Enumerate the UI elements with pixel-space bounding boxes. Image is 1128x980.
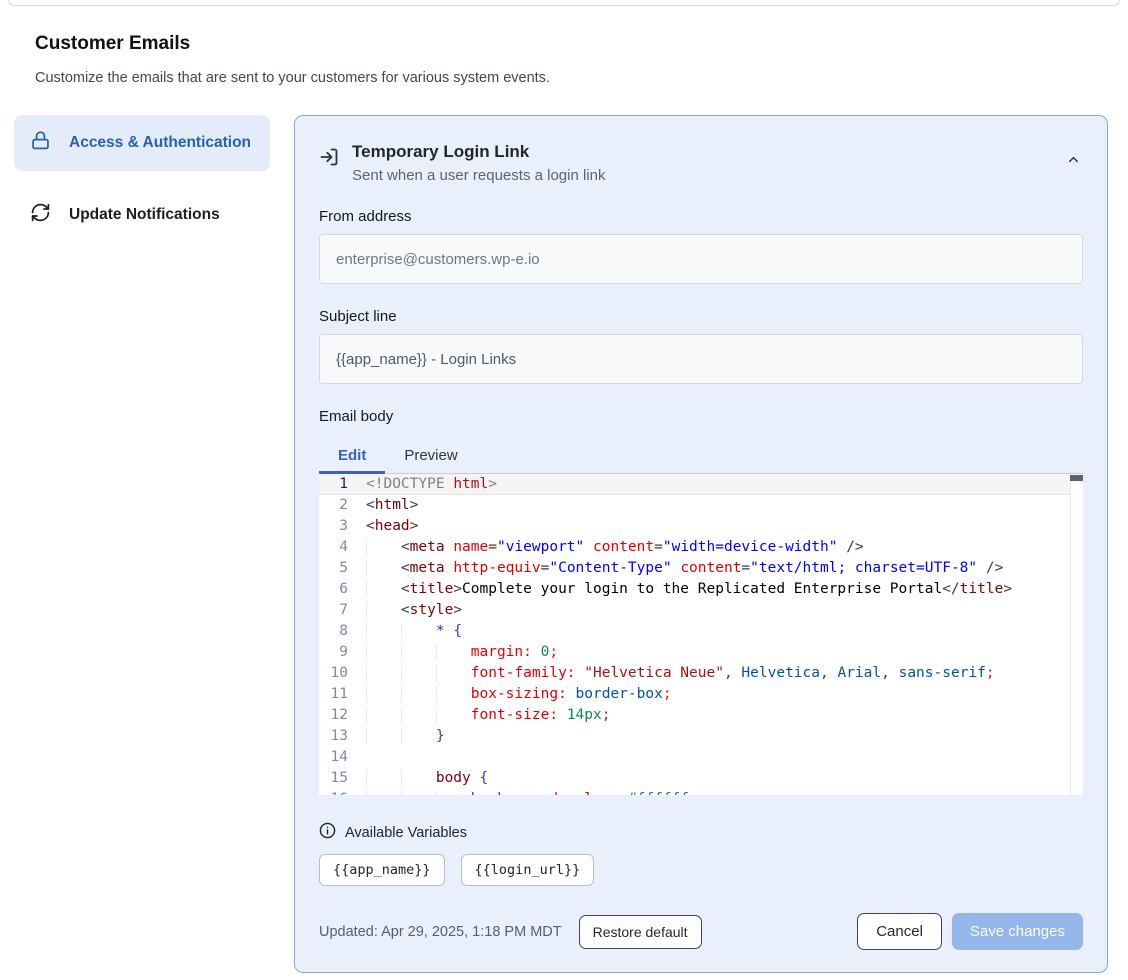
code-line: 15 body { xyxy=(319,768,1083,789)
line-number: 7 xyxy=(319,600,348,621)
email-template-card: Temporary Login Link Sent when a user re… xyxy=(294,115,1108,973)
code-line: 14 xyxy=(319,747,1083,768)
variable-chip-login-url[interactable]: {{login_url}} xyxy=(461,854,595,886)
variable-chips: {{app_name}} {{login_url}} xyxy=(319,854,1083,886)
editor-scrollbar-thumb[interactable] xyxy=(1070,475,1083,481)
email-body-label: Email body xyxy=(319,408,1083,425)
code-line: 16 background-color: #ffffff; xyxy=(319,789,1083,795)
code-line: 8 * { xyxy=(319,621,1083,642)
updated-timestamp: Updated: Apr 29, 2025, 1:18 PM MDT xyxy=(319,924,562,940)
card-footer: Updated: Apr 29, 2025, 1:18 PM MDT Resto… xyxy=(319,913,1083,950)
line-number: 9 xyxy=(319,642,348,663)
code-line: 3<head> xyxy=(319,516,1083,537)
variable-chip-app-name[interactable]: {{app_name}} xyxy=(319,854,445,886)
subject-line-label: Subject line xyxy=(319,308,1083,325)
line-number: 4 xyxy=(319,537,348,558)
sidebar-item-access-authentication[interactable]: Access & Authentication xyxy=(14,115,270,171)
line-number: 10 xyxy=(319,663,348,684)
save-changes-button[interactable]: Save changes xyxy=(952,913,1083,950)
code-line: 4 <meta name="viewport" content="width=d… xyxy=(319,537,1083,558)
line-number: 5 xyxy=(319,558,348,579)
available-variables-row: Available Variables xyxy=(319,822,1083,844)
chevron-up-icon xyxy=(1066,155,1081,170)
code-line: 13 } xyxy=(319,726,1083,747)
card-header-text: Temporary Login Link Sent when a user re… xyxy=(352,142,605,184)
line-number: 15 xyxy=(319,768,348,789)
sidebar-item-update-notifications[interactable]: Update Notifications xyxy=(14,194,270,236)
lock-icon xyxy=(30,130,51,156)
code-line: 9 margin: 0; xyxy=(319,642,1083,663)
line-number: 6 xyxy=(319,579,348,600)
cancel-button[interactable]: Cancel xyxy=(857,913,942,950)
line-number: 13 xyxy=(319,726,348,747)
refresh-icon xyxy=(30,202,51,228)
line-number: 12 xyxy=(319,705,348,726)
from-address-label: From address xyxy=(319,208,1083,225)
page-title: Customer Emails xyxy=(35,33,1128,55)
code-line: 2<html> xyxy=(319,495,1083,516)
card-header: Temporary Login Link Sent when a user re… xyxy=(319,142,1083,184)
code-line: 12 font-size: 14px; xyxy=(319,705,1083,726)
collapse-section-button[interactable] xyxy=(1064,150,1083,172)
line-number: 11 xyxy=(319,684,348,705)
code-line: 7 <style> xyxy=(319,600,1083,621)
previous-card-edge xyxy=(8,0,1120,6)
sidebar-item-label: Access & Authentication xyxy=(69,131,251,155)
editor-scrollbar-track[interactable] xyxy=(1070,474,1083,795)
line-number: 3 xyxy=(319,516,348,537)
restore-default-button[interactable]: Restore default xyxy=(579,915,702,949)
code-line: 6 <title>Complete your login to the Repl… xyxy=(319,579,1083,600)
from-address-input[interactable] xyxy=(319,234,1083,284)
card-title: Temporary Login Link xyxy=(352,142,605,162)
info-icon xyxy=(319,822,336,844)
available-variables-label: Available Variables xyxy=(345,825,467,841)
line-number: 14 xyxy=(319,747,348,768)
main-layout: Access & Authentication Update Notificat… xyxy=(14,115,1108,973)
code-line: 10 font-family: "Helvetica Neue", Helvet… xyxy=(319,663,1083,684)
code-line: 11 box-sizing: border-box; xyxy=(319,684,1083,705)
page-subtitle: Customize the emails that are sent to yo… xyxy=(35,70,1128,86)
line-number: 16 xyxy=(319,789,348,795)
email-body-editor[interactable]: 1<!DOCTYPE html>2<html>3<head>4 <meta na… xyxy=(319,474,1083,795)
code-line: 1<!DOCTYPE html> xyxy=(319,474,1083,495)
tab-edit[interactable]: Edit xyxy=(319,437,385,473)
code-line: 5 <meta http-equiv="Content-Type" conten… xyxy=(319,558,1083,579)
line-number: 2 xyxy=(319,495,348,516)
line-number: 1 xyxy=(319,474,348,495)
line-number: 8 xyxy=(319,621,348,642)
subject-line-input[interactable] xyxy=(319,334,1083,384)
sidebar-item-label: Update Notifications xyxy=(69,203,220,227)
sidebar: Access & Authentication Update Notificat… xyxy=(14,115,270,236)
editor-tabs: Edit Preview xyxy=(319,437,1083,474)
code-editor-lines: 1<!DOCTYPE html>2<html>3<head>4 <meta na… xyxy=(319,474,1083,795)
card-subtitle: Sent when a user requests a login link xyxy=(352,167,605,184)
tab-preview[interactable]: Preview xyxy=(385,437,476,473)
log-in-icon xyxy=(319,147,339,172)
